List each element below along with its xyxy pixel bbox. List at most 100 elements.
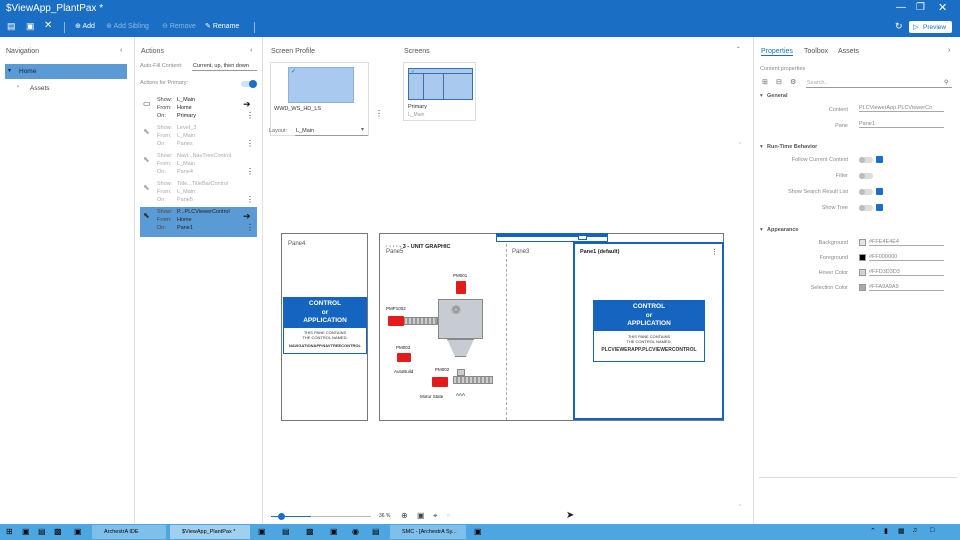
- property-search-input[interactable]: Search... ⚲: [806, 79, 952, 88]
- collapse-up-icon[interactable]: ˆ: [737, 46, 740, 55]
- foreground-color-field[interactable]: #FF000000: [869, 253, 944, 261]
- background-color-swatch[interactable]: [859, 239, 866, 246]
- zoom-in-icon[interactable]: ⊕: [401, 511, 408, 520]
- taskbar-app-icon[interactable]: ▩: [54, 527, 62, 536]
- pane5-strip[interactable]: [496, 233, 608, 242]
- battery-icon[interactable]: ▮: [884, 527, 888, 535]
- foreground-color-swatch[interactable]: [859, 254, 866, 261]
- action-row[interactable]: ⬉ Show: Level_3 From: L_Main On: Panes ⋮: [140, 123, 257, 153]
- tray-arrow-icon[interactable]: ⌃: [870, 527, 876, 535]
- action-row[interactable]: ⬉ Show: Title...TitleBarControl From: L_Main…: [140, 179, 257, 209]
- follow-checkbox[interactable]: [876, 156, 883, 163]
- close-icon[interactable]: ✕: [44, 20, 52, 31]
- save-icon[interactable]: ▤: [7, 21, 16, 32]
- action-row[interactable]: ⬉ Show: P...PLCViewerControl From: Home On: Pa…: [140, 207, 257, 237]
- chevron-down-icon[interactable]: ▾: [8, 67, 11, 74]
- follow-toggle[interactable]: [859, 157, 873, 163]
- selection-color-swatch[interactable]: [859, 284, 866, 291]
- taskbar-app-icon[interactable]: ▤: [38, 527, 46, 536]
- chevron-down-icon[interactable]: ▾: [760, 144, 763, 150]
- fit-screen-icon[interactable]: ▣: [417, 511, 425, 520]
- save-all-icon[interactable]: ▣: [26, 21, 35, 32]
- chevron-right-icon[interactable]: ›: [17, 84, 19, 90]
- collapse-right-icon[interactable]: ›: [948, 47, 950, 54]
- chevron-down-icon[interactable]: ▾: [760, 227, 763, 233]
- browser-icon[interactable]: ◉: [352, 527, 359, 536]
- rename-button[interactable]: ✎ Rename: [205, 22, 239, 30]
- minimize-icon[interactable]: —: [896, 2, 906, 13]
- remove-button[interactable]: ⊖ Remove: [162, 22, 196, 30]
- nav-item-home[interactable]: ▾ Home: [5, 64, 127, 79]
- actions-toggle[interactable]: [241, 80, 257, 88]
- layout-select[interactable]: L_Main ▾: [295, 126, 368, 136]
- tab-assets[interactable]: Assets: [838, 48, 859, 55]
- more-vert-icon[interactable]: ⋮: [246, 111, 254, 120]
- show-search-checkbox[interactable]: [876, 188, 883, 195]
- categorize-icon[interactable]: ⊞: [762, 78, 768, 86]
- taskbar-app-icon[interactable]: ▩: [306, 527, 314, 536]
- motor-pm002[interactable]: [432, 377, 448, 387]
- filter-toggle[interactable]: [859, 173, 873, 179]
- taskbar-item-viewapp[interactable]: $ViewApp_PlantPax *: [170, 525, 250, 539]
- more-vert-icon[interactable]: ⋮: [246, 195, 254, 204]
- more-vert-icon[interactable]: ⋮: [246, 139, 254, 148]
- taskbar-app-icon[interactable]: ▤: [372, 527, 380, 536]
- sort-icon[interactable]: ⊟: [776, 78, 782, 86]
- volume-icon[interactable]: ♫: [912, 527, 917, 534]
- screen-profile-card[interactable]: ✓ WWD_WS_HD_LS: [270, 62, 369, 136]
- background-color-field[interactable]: #FFE4E4E4: [869, 238, 944, 246]
- collapse-left-icon[interactable]: ‹: [250, 47, 252, 54]
- show-tree-checkbox[interactable]: [876, 204, 883, 211]
- more-vert-icon[interactable]: ⋮: [246, 223, 254, 232]
- start-icon[interactable]: ⊞: [6, 527, 13, 536]
- selection-color-field[interactable]: #FFA9A9A9: [869, 283, 944, 291]
- add-sibling-button[interactable]: ⊕ Add Sibling: [106, 22, 149, 30]
- expand-icon[interactable]: ▫: [739, 141, 741, 147]
- refresh-icon[interactable]: ↻: [895, 21, 903, 32]
- taskbar-app-icon[interactable]: ▤: [282, 527, 290, 536]
- action-row[interactable]: ▭ Show: L_Main From: Home On: Primary ➔ ⋮: [140, 95, 257, 125]
- taskbar-app-icon[interactable]: ▣: [258, 527, 266, 536]
- taskbar-item-ide[interactable]: ArchestrA IDE: [92, 525, 166, 539]
- preview-button[interactable]: ▷ Preview: [909, 21, 952, 33]
- taskbar-item-smc[interactable]: SMC - [ArchestrA Sy...: [390, 525, 466, 539]
- network-icon[interactable]: ▦: [898, 527, 905, 535]
- expand-icon[interactable]: ▫: [739, 503, 741, 509]
- more-vert-icon[interactable]: ⋮: [711, 248, 718, 256]
- pane4[interactable]: Pane4 CONTROL or APPLICATION THIS PANE C…: [281, 233, 368, 421]
- motor-pm001[interactable]: [456, 281, 466, 294]
- pane1[interactable]: Pane1 (default) ⋮ CONTROL or APPLICATION…: [573, 242, 724, 420]
- restore-icon[interactable]: ❐: [916, 2, 925, 13]
- taskbar-app-icon[interactable]: ▣: [474, 527, 482, 536]
- taskbar-app-icon[interactable]: ▣: [330, 527, 338, 536]
- screen-card-primary[interactable]: ✓ Primary L_Main: [403, 62, 476, 121]
- show-tree-toggle[interactable]: [859, 205, 873, 211]
- pane-field[interactable]: Pane1: [859, 120, 944, 128]
- zoom-slider-thumb[interactable]: [278, 513, 285, 520]
- action-row[interactable]: ⬉ Show: Navi...NavTreeControl From: L_Main On…: [140, 151, 257, 181]
- taskbar-app-icon[interactable]: ▣: [74, 527, 82, 536]
- close-window-icon[interactable]: ✕: [938, 1, 947, 14]
- tab-toolbox[interactable]: Toolbox: [804, 48, 828, 55]
- notification-icon[interactable]: □: [930, 527, 934, 534]
- chevron-down-icon[interactable]: ▾: [760, 93, 763, 99]
- hover-color-field[interactable]: #FFD3D3D3: [869, 268, 944, 276]
- settings-icon[interactable]: ⚙: [790, 78, 796, 86]
- zoom-value[interactable]: 36 %: [379, 513, 390, 519]
- hover-color-swatch[interactable]: [859, 269, 866, 276]
- motor-pmp1002[interactable]: [388, 316, 404, 326]
- tab-properties[interactable]: Properties: [761, 48, 793, 56]
- nav-item-assets[interactable]: › Assets: [5, 81, 127, 95]
- add-button[interactable]: ⊕ Add: [75, 22, 95, 30]
- collapse-left-icon[interactable]: ‹: [120, 47, 122, 54]
- zoom-fit-icon[interactable]: ⌖: [433, 511, 438, 521]
- expand-icon[interactable]: ▫: [447, 511, 450, 520]
- more-vert-icon[interactable]: ⋮: [375, 109, 383, 118]
- show-search-toggle[interactable]: [859, 189, 873, 195]
- more-vert-icon[interactable]: ⋮: [246, 167, 254, 176]
- autofill-select[interactable]: Current, up, then down: [192, 61, 257, 71]
- motor-pm003[interactable]: [397, 353, 411, 362]
- content-field[interactable]: PLCViewerApp.PLCViewerCo: [859, 104, 944, 112]
- zoom-slider-track[interactable]: [271, 516, 311, 517]
- taskbar-app-icon[interactable]: ▣: [22, 527, 30, 536]
